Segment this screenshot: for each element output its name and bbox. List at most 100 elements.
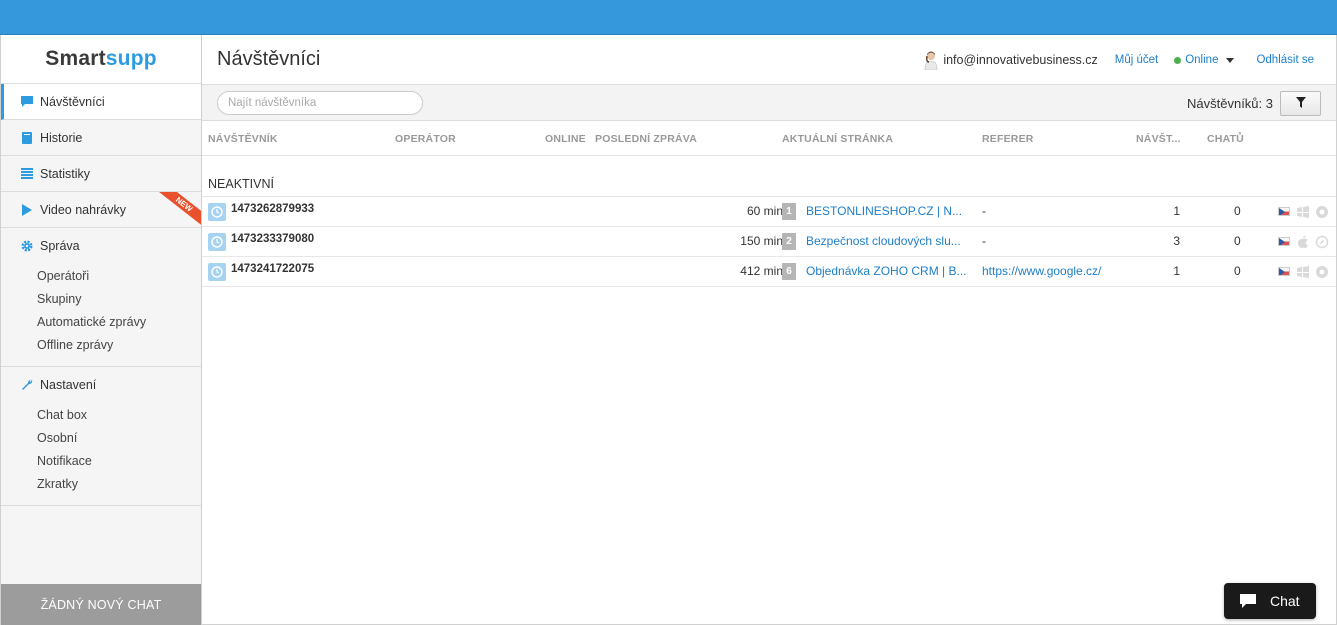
current-page-link[interactable]: Bezpečnost cloudových slu... (806, 234, 972, 248)
visits-count: 1 (1173, 204, 1180, 218)
sidebar-subitem-operators[interactable]: Operátoři (1, 264, 201, 287)
page-count-badge: 6 (782, 263, 796, 280)
sidebar-item-label: Správa (40, 239, 80, 253)
sidebar-item-statistics[interactable]: Statistiky (1, 156, 201, 192)
cz-flag-icon (1278, 237, 1290, 246)
sidebar-item-management[interactable]: Správa (1, 228, 201, 264)
chevron-down-icon (1226, 57, 1235, 63)
visitor-id: 1473233379080 (231, 233, 315, 245)
apple-icon (1296, 235, 1310, 249)
sidebar-item-label: Video nahrávky (40, 202, 126, 217)
section-inactive-label: NEAKTIVNÍ (208, 177, 274, 191)
online-time: 60 min (746, 204, 783, 218)
book-icon (21, 131, 33, 144)
clock-icon (208, 203, 226, 221)
gear-icon (21, 240, 33, 252)
cz-flag-icon (1278, 267, 1290, 276)
windows-icon (1296, 205, 1310, 219)
column-header-online[interactable]: ONLINE (545, 133, 586, 145)
referer: - (982, 234, 986, 248)
sidebar-subitem-chat-box[interactable]: Chat box (1, 403, 201, 426)
chat-bubble-icon (1238, 593, 1258, 609)
visitor-id: 1473241722075 (231, 263, 315, 275)
sidebar-group-settings: Nastavení Chat box Osobní Notifikace Zkr… (1, 367, 201, 506)
cz-flag-icon (1278, 207, 1290, 216)
my-account-link[interactable]: Můj účet (1115, 54, 1158, 66)
sidebar-subitem-notifications[interactable]: Notifikace (1, 449, 201, 472)
sidebar-item-label: Historie (40, 130, 83, 145)
sidebar-subitem-shortcuts[interactable]: Zkratky (1, 472, 201, 495)
table-row[interactable]: 1473262879933 60 min 1 BESTONLINESHOP.CZ… (202, 197, 1336, 227)
page-count-badge: 1 (782, 203, 796, 220)
referer-link[interactable]: https://www.google.cz/ (982, 264, 1101, 278)
column-header-last-message[interactable]: POSLEDNÍ ZPRÁVA (595, 133, 697, 145)
table-header: NÁVŠTĚVNÍK OPERÁTOR ONLINE POSLEDNÍ ZPRÁ… (202, 121, 1336, 156)
sidebar-item-label: Návštěvníci (40, 94, 105, 109)
wrench-icon (21, 379, 33, 391)
chat-widget-button[interactable]: Chat (1224, 583, 1316, 619)
sidebar-subitem-personal[interactable]: Osobní (1, 426, 201, 449)
logo-text-supp: supp (105, 47, 157, 70)
play-icon (21, 203, 33, 216)
visitor-count: Návštěvníků: 3 (1187, 95, 1273, 111)
clock-icon (208, 263, 226, 281)
top-bar (0, 0, 1337, 35)
visits-count: 1 (1173, 264, 1180, 278)
sidebar-subitem-auto-messages[interactable]: Automatické zprávy (1, 310, 201, 333)
page-count-badge: 2 (782, 233, 796, 250)
chat-widget-label: Chat (1270, 593, 1300, 609)
header-user-area: info@innovativebusiness.cz Můj účet Onli… (923, 35, 1314, 85)
online-status-dot-icon (1174, 56, 1182, 64)
current-page-link[interactable]: Objednávka ZOHO CRM | B... (806, 264, 972, 278)
clock-icon (208, 233, 226, 251)
column-header-visitor[interactable]: NÁVŠTĚVNÍK (208, 133, 278, 145)
column-header-current-page[interactable]: AKTUÁLNÍ STRÁNKA (782, 133, 893, 145)
sidebar-subitem-offline-messages[interactable]: Offline zprávy (1, 333, 201, 356)
no-new-chat-status: ŽÁDNÝ NOVÝ CHAT (1, 584, 201, 625)
sidebar-item-visitors[interactable]: Návštěvníci (1, 84, 201, 120)
logo-text-smart: Smart (45, 47, 106, 70)
toolbar: Návštěvníků: 3 (202, 85, 1336, 121)
safari-icon (1315, 235, 1329, 249)
page-title: Návštěvníci (217, 48, 321, 70)
column-header-referer[interactable]: REFERER (982, 133, 1034, 145)
column-header-visits[interactable]: NÁVŠT... (1136, 133, 1181, 145)
sidebar-group-management: Správa Operátoři Skupiny Automatické zpr… (1, 228, 201, 367)
new-badge: NEW (155, 192, 201, 228)
list-icon (21, 168, 33, 180)
sidebar: Smart supp Návštěvníci Historie Statistik… (1, 35, 202, 625)
search-input[interactable] (217, 91, 423, 115)
avatar (923, 50, 939, 71)
table-row[interactable]: 1473233379080 150 min 2 Bezpečnost cloud… (202, 227, 1336, 257)
current-page-link[interactable]: BESTONLINESHOP.CZ | N... (806, 204, 972, 218)
sidebar-item-label: Statistiky (40, 166, 91, 181)
sidebar-subitem-groups[interactable]: Skupiny (1, 287, 201, 310)
status-label: Online (1185, 54, 1219, 66)
logout-link[interactable]: Odhlásit se (1256, 54, 1314, 66)
sidebar-item-history[interactable]: Historie (1, 120, 201, 156)
logo[interactable]: Smart supp (1, 35, 201, 84)
main-content: Návštěvníci info@innovativebusiness.cz M… (202, 35, 1336, 624)
chat-bubble-icon (21, 96, 33, 108)
status-dropdown[interactable]: Online (1174, 54, 1235, 66)
table-row[interactable]: 1473241722075 412 min 6 Objednávka ZOHO … (202, 257, 1336, 287)
filter-button[interactable] (1280, 91, 1321, 116)
referer: - (982, 204, 986, 218)
sidebar-item-label: Nastavení (40, 378, 97, 392)
online-time: 412 min (740, 264, 783, 278)
column-header-chats[interactable]: CHATŮ (1207, 133, 1244, 145)
online-time: 150 min (740, 234, 783, 248)
visits-count: 3 (1173, 234, 1180, 248)
chats-count: 0 (1234, 264, 1241, 278)
windows-icon (1296, 265, 1310, 279)
sidebar-item-settings[interactable]: Nastavení (1, 367, 201, 403)
sidebar-item-video-recordings[interactable]: Video nahrávky NEW (1, 192, 201, 228)
chats-count: 0 (1234, 234, 1241, 248)
chrome-icon (1315, 205, 1329, 219)
visitor-id: 1473262879933 (231, 203, 315, 215)
page-header: Návštěvníci info@innovativebusiness.cz M… (202, 35, 1336, 85)
chats-count: 0 (1234, 204, 1241, 218)
user-email: info@innovativebusiness.cz (943, 53, 1098, 67)
filter-icon (1295, 95, 1306, 113)
column-header-operator[interactable]: OPERÁTOR (395, 133, 456, 145)
